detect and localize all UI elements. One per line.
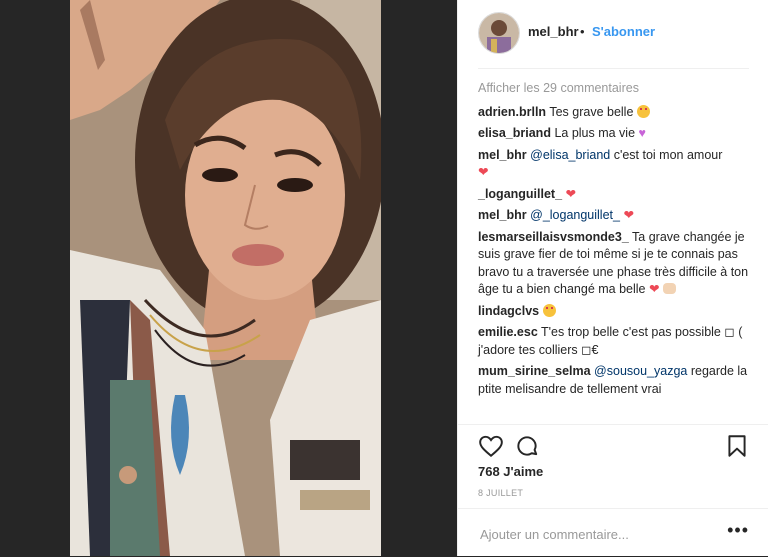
comment-text: La plus ma vie bbox=[554, 126, 636, 140]
comment-author[interactable]: elisa_briand bbox=[478, 126, 551, 140]
comment-mention[interactable]: @_loganguillet_ bbox=[530, 208, 620, 222]
post-header: mel_bhr • S'abonner bbox=[458, 0, 768, 64]
comment-input[interactable] bbox=[478, 523, 722, 545]
comment-icon[interactable] bbox=[514, 433, 540, 459]
heart-eyes-emoji-icon bbox=[636, 104, 650, 118]
heart-icon[interactable] bbox=[478, 433, 504, 459]
comment-item: mel_bhr @_loganguillet_ ❤ bbox=[478, 207, 753, 225]
comments-list: Afficher les 29 commentaires adrien.brll… bbox=[478, 80, 753, 402]
purple-heart-emoji-icon: ♥ bbox=[638, 126, 646, 140]
avatar[interactable] bbox=[478, 12, 520, 54]
bookmark-icon[interactable] bbox=[724, 433, 750, 459]
comment-item: mum_sirine_selma @sousou_yazga regarde l… bbox=[478, 363, 753, 398]
post-date: 8 JUILLET bbox=[478, 488, 524, 498]
comment-item: mel_bhr @elisa_briand c'est toi mon amou… bbox=[478, 147, 753, 182]
comment-author[interactable]: lindagclvs bbox=[478, 304, 539, 318]
comment-item: adrien.brlln Tes grave belle bbox=[478, 104, 753, 122]
comment-mention[interactable]: @elisa_briand bbox=[530, 148, 610, 162]
header-divider bbox=[478, 68, 749, 69]
header-separator: • bbox=[580, 24, 585, 39]
comment-author[interactable]: mel_bhr bbox=[478, 148, 527, 162]
post-actions-bar bbox=[458, 424, 768, 465]
load-more-comments-button[interactable]: Afficher les 29 commentaires bbox=[478, 80, 753, 98]
avatar-image bbox=[479, 13, 519, 53]
comment-author[interactable]: _loganguillet_ bbox=[478, 187, 562, 201]
post-side-panel: mel_bhr • S'abonner Afficher les 29 comm… bbox=[457, 0, 768, 556]
comment-author[interactable]: adrien.brlln bbox=[478, 105, 546, 119]
comment-item: elisa_briand La plus ma vie ♥ bbox=[478, 125, 753, 143]
comment-item: emilie.esc T'es trop belle c'est pas pos… bbox=[478, 324, 753, 359]
comment-author[interactable]: lesmarseillaisvsmonde3_ bbox=[478, 230, 629, 244]
red-heart-emoji-icon: ❤ bbox=[478, 165, 489, 179]
comment-mention[interactable]: @sousou_yazga bbox=[594, 364, 687, 378]
red-heart-emoji-icon: ❤ bbox=[648, 282, 660, 296]
comment-text: Tes grave belle bbox=[549, 104, 634, 119]
add-comment-bar: ••• bbox=[458, 508, 768, 557]
comment-item: lindagclvs bbox=[478, 303, 753, 321]
comment-text: c'est toi mon amour bbox=[613, 147, 723, 162]
heart-eyes-emoji-icon bbox=[542, 303, 556, 317]
more-options-icon[interactable]: ••• bbox=[727, 521, 749, 539]
comment-author[interactable]: mel_bhr bbox=[478, 208, 527, 222]
red-heart-emoji-icon: ❤ bbox=[565, 186, 577, 201]
comment-author[interactable]: emilie.esc bbox=[478, 325, 538, 339]
post-username[interactable]: mel_bhr bbox=[528, 24, 579, 39]
likes-count[interactable]: 768 J'aime bbox=[478, 464, 543, 479]
post-photo[interactable] bbox=[70, 0, 381, 556]
clapping-hands-emoji-icon bbox=[662, 283, 676, 294]
follow-button[interactable]: S'abonner bbox=[592, 24, 655, 39]
comment-item: lesmarseillaisvsmonde3_ Ta grave changée… bbox=[478, 229, 753, 299]
comment-item: _loganguillet_ ❤ bbox=[478, 186, 753, 204]
red-heart-emoji-icon: ❤ bbox=[623, 208, 634, 222]
comment-author[interactable]: mum_sirine_selma bbox=[478, 364, 591, 378]
selfie-image bbox=[70, 0, 381, 556]
